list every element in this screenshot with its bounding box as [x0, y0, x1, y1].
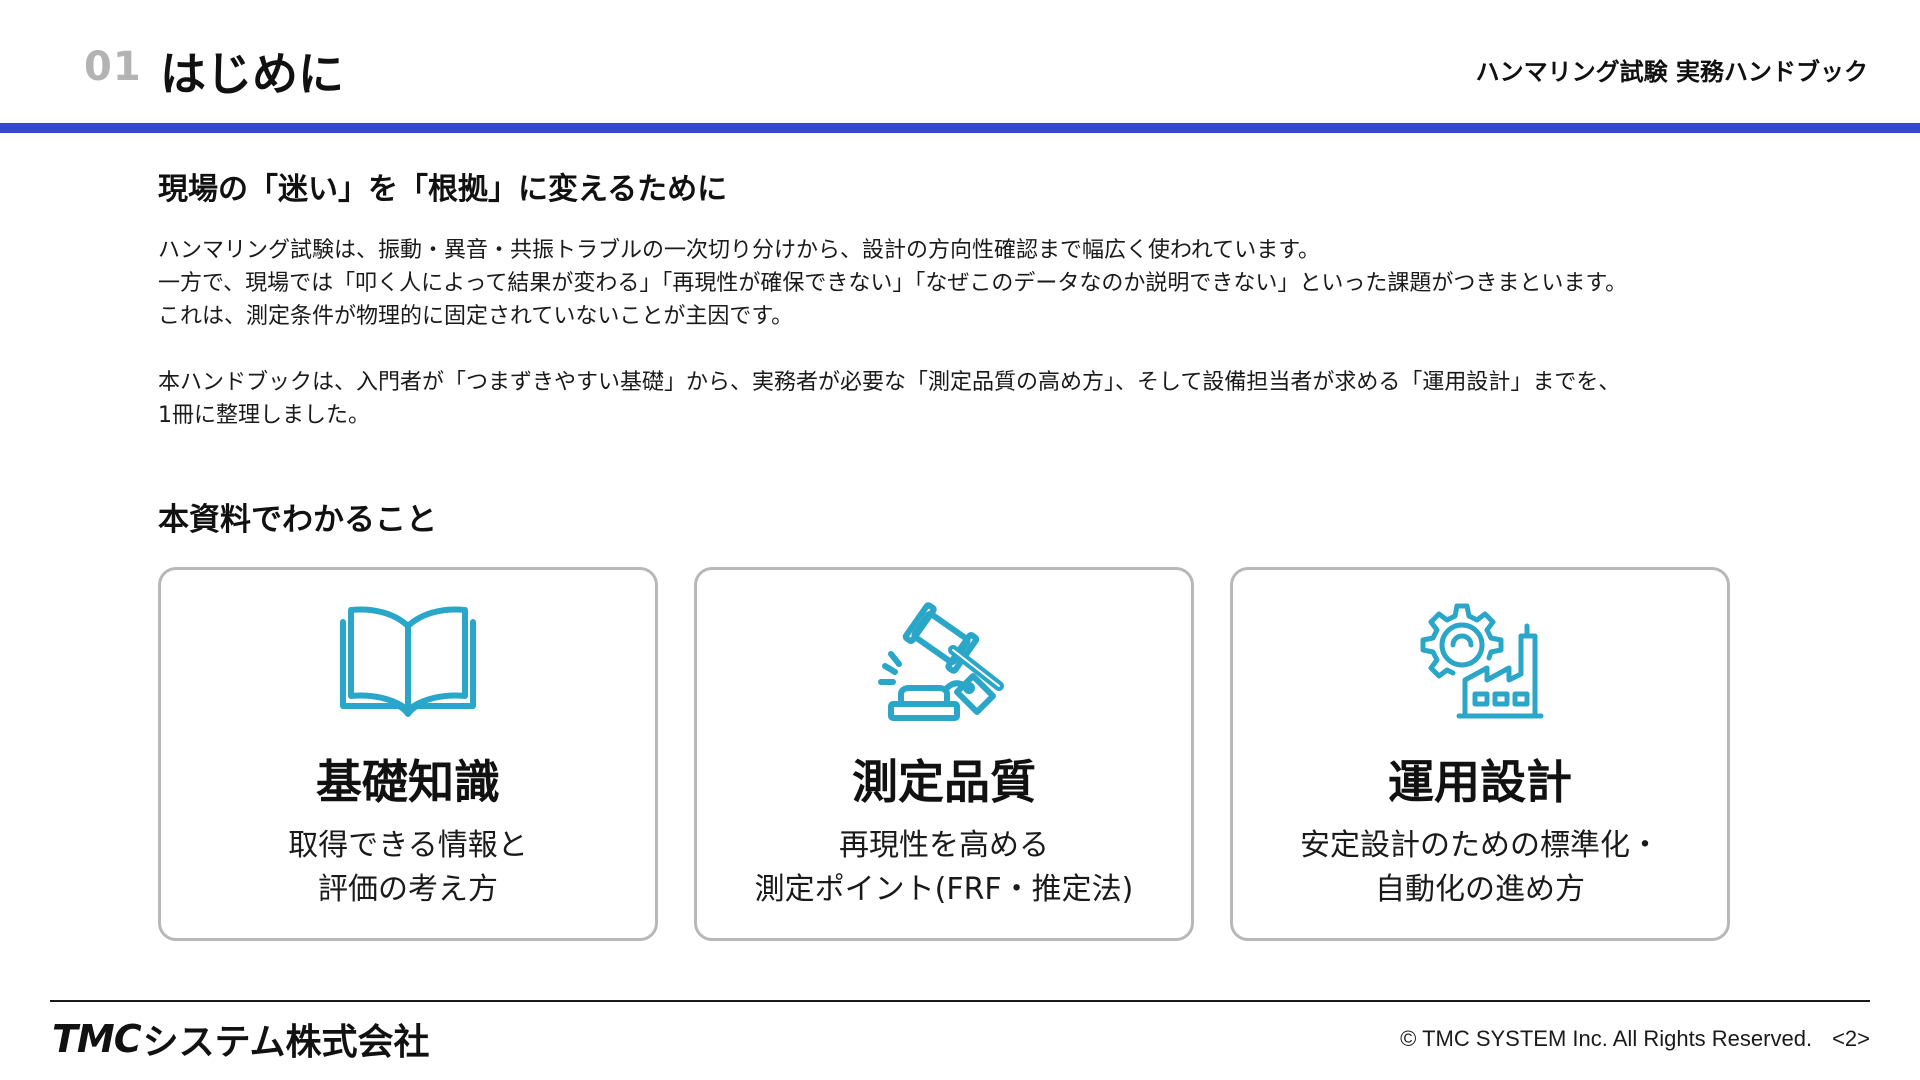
intro-line: ハンマリング試験は、振動・異音・共振トラブルの一次切り分けから、設計の方向性確認… [158, 238, 1321, 263]
card-basic-knowledge: 基礎知識 取得できる情報と 評価の考え方 [158, 567, 658, 941]
card-description: 安定設計のための標準化・ 自動化の進め方 [1233, 824, 1727, 912]
intro-line: 一方で、現場では「叩く人によって結果が変わる」「再現性が確保できない」「なぜこの… [158, 271, 1628, 296]
factory-gear-icon [1420, 603, 1544, 719]
intro-line: 1冊に整理しました。 [158, 403, 370, 428]
card-operation-design: 運用設計 安定設計のための標準化・ 自動化の進め方 [1230, 567, 1730, 941]
logo-text: システム株式会社 [142, 1022, 430, 1063]
card-measurement-quality: 測定品質 再現性を高める 測定ポイント(FRF・推定法) [694, 567, 1194, 941]
slide-page: 01 はじめに ハンマリング試験 実務ハンドブック 現場の「迷い」を「根拠」に変… [0, 0, 1920, 1080]
document-title: ハンマリング試験 実務ハンドブック [1475, 58, 1868, 86]
card-desc-line: 測定ポイント(FRF・推定法) [754, 872, 1134, 907]
card-description: 再現性を高める 測定ポイント(FRF・推定法) [697, 824, 1191, 912]
open-book-icon [340, 606, 476, 717]
card-desc-line: 取得できる情報と [288, 828, 528, 863]
logo-mark: TMC [52, 1017, 142, 1061]
slide-header: 01 はじめに ハンマリング試験 実務ハンドブック [0, 0, 1920, 124]
card-title: 基礎知識 [316, 755, 500, 809]
intro-heading: 現場の「迷い」を「根拠」に変えるために [158, 172, 728, 207]
feature-cards: 基礎知識 取得できる情報と 評価の考え方 測定品質 再現性を高める 測定ポイント… [158, 567, 1734, 947]
intro-paragraph-2: 本ハンドブックは、入門者が「つまずきやすい基礎」から、実務者が必要な「測定品質の… [158, 366, 1798, 432]
card-desc-line: 自動化の進め方 [1375, 872, 1585, 907]
intro-line: これは、測定条件が物理的に固定されていないことが主因です。 [158, 304, 794, 329]
company-logo: TMC システム株式会社 [52, 1014, 430, 1064]
card-title: 測定品質 [852, 755, 1036, 809]
card-description: 取得できる情報と 評価の考え方 [161, 824, 655, 912]
learn-heading: 本資料でわかること [158, 502, 437, 538]
card-desc-line: 再現性を高める [839, 828, 1049, 863]
gavel-icon [878, 602, 1004, 721]
section-title: はじめに [160, 47, 344, 101]
card-desc-line: 評価の考え方 [318, 872, 498, 907]
intro-body: ハンマリング試験は、振動・異音・共振トラブルの一次切り分けから、設計の方向性確認… [158, 234, 1798, 465]
page-number: <2> [1832, 1026, 1870, 1051]
section-number: 01 [84, 44, 142, 90]
footer-copyright: © TMC SYSTEM Inc. All Rights Reserved. <2… [1400, 1026, 1870, 1052]
intro-paragraph-1: ハンマリング試験は、振動・異音・共振トラブルの一次切り分けから、設計の方向性確認… [158, 234, 1798, 333]
copyright-text: © TMC SYSTEM Inc. All Rights Reserved. [1400, 1026, 1813, 1051]
header-accent-rule [0, 123, 1920, 133]
intro-line: 本ハンドブックは、入門者が「つまずきやすい基礎」から、実務者が必要な「測定品質の… [158, 370, 1621, 395]
card-desc-line: 安定設計のための標準化・ [1300, 828, 1660, 863]
footer-rule [50, 1000, 1870, 1002]
card-title: 運用設計 [1388, 755, 1572, 809]
